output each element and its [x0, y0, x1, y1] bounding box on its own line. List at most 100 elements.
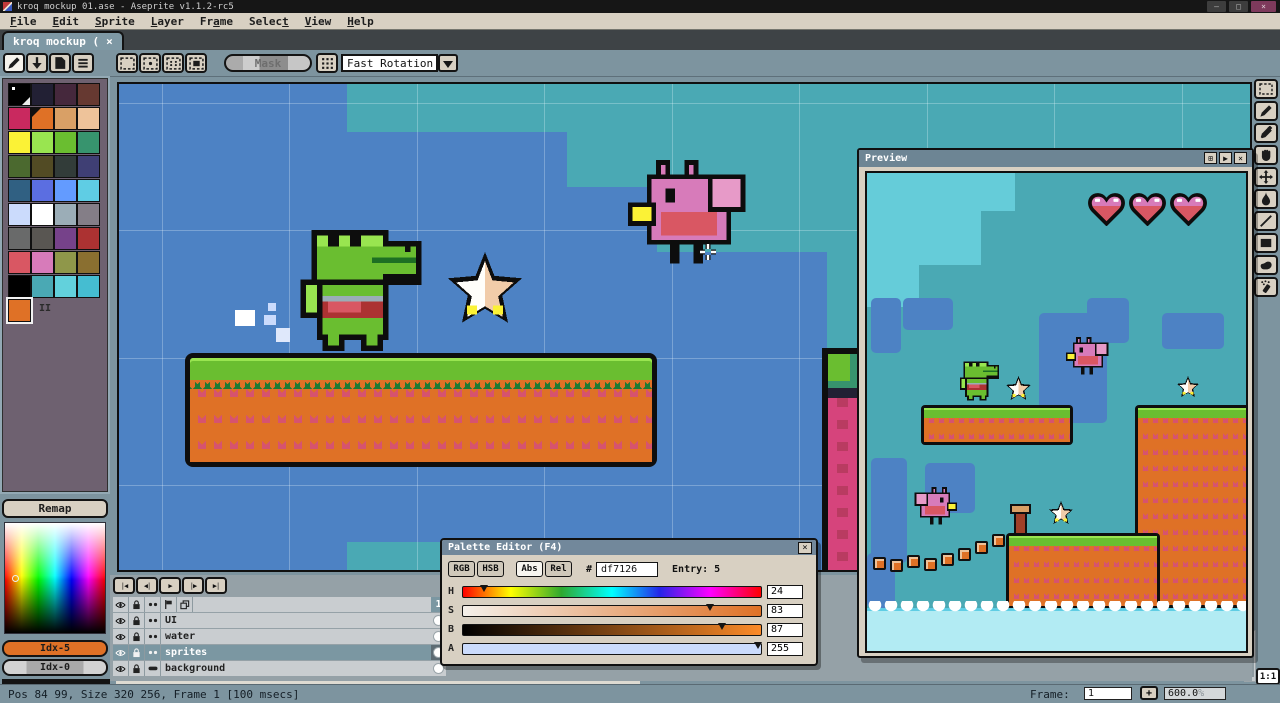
close-icon[interactable]: ×	[1234, 152, 1247, 164]
tool-button-paper[interactable]	[49, 53, 71, 73]
tool-hand-button[interactable]	[1254, 145, 1278, 165]
tab-close-icon[interactable]: ×	[106, 35, 113, 48]
link-icon[interactable]	[145, 661, 161, 676]
palette-swatch-4[interactable]	[8, 107, 31, 130]
layer-row-sprites[interactable]: sprites	[113, 645, 446, 660]
dialog-close-button[interactable]: ×	[798, 542, 812, 554]
grid-settings-button[interactable]	[316, 53, 338, 73]
tool-marquee-button[interactable]	[1254, 79, 1278, 99]
palette-swatch-23[interactable]	[77, 203, 100, 226]
selection-button-marquee[interactable]	[116, 53, 138, 73]
slider-track-s[interactable]	[462, 603, 762, 617]
palette-swatch-26[interactable]	[54, 227, 77, 250]
last-frame-button[interactable]: ▶|	[205, 577, 227, 594]
lock-icon[interactable]	[129, 597, 145, 612]
palette-swatch-0[interactable]	[8, 83, 31, 106]
slider-track-a[interactable]	[462, 641, 763, 655]
zoom-input[interactable]: 600.0%	[1164, 687, 1226, 700]
palette-swatch-27[interactable]	[77, 227, 100, 250]
slider-track-h[interactable]	[462, 584, 762, 598]
lock-icon[interactable]	[129, 613, 145, 628]
tool-pencil-button[interactable]	[1254, 101, 1278, 121]
eye-icon[interactable]	[113, 661, 129, 676]
tool-eyedropper-button[interactable]	[1254, 123, 1278, 143]
layer-row-background[interactable]: background	[113, 661, 446, 676]
palette-swatch-20[interactable]	[8, 203, 31, 226]
spectrum-marker[interactable]	[12, 575, 19, 582]
selection-button-marquee-dot[interactable]	[139, 53, 161, 73]
tool-line-button[interactable]	[1254, 211, 1278, 231]
palette-swatch-15[interactable]	[77, 155, 100, 178]
menu-item-file[interactable]: File	[2, 15, 45, 28]
palette-swatch-3[interactable]	[77, 83, 100, 106]
palette-swatch-14[interactable]	[54, 155, 77, 178]
slider-value-input[interactable]: 83	[767, 603, 803, 618]
copy-icon[interactable]	[177, 597, 193, 612]
selection-button-marquee-grid[interactable]	[162, 53, 184, 73]
eye-icon[interactable]	[113, 597, 129, 612]
slider-marker[interactable]	[754, 641, 763, 653]
palette-swatch-16[interactable]	[8, 179, 31, 202]
play-button[interactable]: ▶	[159, 577, 181, 594]
palette-swatch-31[interactable]	[77, 251, 100, 274]
lock-icon[interactable]	[129, 661, 145, 676]
palette-swatch-33[interactable]	[31, 275, 54, 298]
minimize-button[interactable]: –	[1207, 1, 1226, 12]
palette-swatch-24[interactable]	[8, 227, 31, 250]
slider-value-input[interactable]: 255	[767, 641, 803, 656]
color-spectrum[interactable]	[4, 522, 106, 634]
hex-input[interactable]: df7126	[596, 561, 659, 577]
close-button[interactable]: ×	[1251, 1, 1276, 12]
palette-swatch-13[interactable]	[31, 155, 54, 178]
layer-row-UI[interactable]: UI	[113, 613, 446, 628]
link-icon[interactable]	[145, 597, 161, 612]
palette-swatch-10[interactable]	[54, 131, 77, 154]
flag-icon[interactable]	[161, 597, 177, 612]
palette-swatch-32[interactable]	[8, 275, 31, 298]
link-icon[interactable]	[145, 613, 161, 628]
mode-button-hsb[interactable]: HSB	[477, 561, 504, 577]
palette-swatch-7[interactable]	[77, 107, 100, 130]
palette-swatch-19[interactable]	[77, 179, 100, 202]
preview-canvas[interactable]	[865, 171, 1248, 653]
palette-swatch-22[interactable]	[54, 203, 77, 226]
lock-icon[interactable]	[129, 645, 145, 660]
tool-button-arrow-down[interactable]	[26, 53, 48, 73]
palette-swatch-12[interactable]	[8, 155, 31, 178]
mode-button-rel[interactable]: Rel	[545, 561, 572, 577]
menu-item-view[interactable]: View	[297, 15, 340, 28]
palette-swatch-11[interactable]	[77, 131, 100, 154]
menu-item-select[interactable]: Select	[241, 15, 297, 28]
slider-marker[interactable]	[706, 603, 715, 615]
slider-track-b[interactable]	[462, 622, 762, 636]
frame-input[interactable]: 1	[1084, 687, 1132, 700]
palette-swatch-8[interactable]	[8, 131, 31, 154]
background-color-button[interactable]: Idx-0	[2, 659, 108, 676]
palette-swatch-18[interactable]	[54, 179, 77, 202]
tool-bucket-button[interactable]	[1254, 189, 1278, 209]
palette-swatch-17[interactable]	[31, 179, 54, 202]
mode-button-rgb[interactable]: RGB	[448, 561, 475, 577]
palette-swatch-36[interactable]	[6, 297, 33, 324]
palette-swatch-29[interactable]	[31, 251, 54, 274]
tool-button-menu[interactable]	[72, 53, 94, 73]
palette-swatch-28[interactable]	[8, 251, 31, 274]
rotation-dropdown-button[interactable]	[438, 54, 458, 72]
rotation-algorithm-select[interactable]: Fast Rotation	[341, 54, 438, 72]
selection-button-marquee-filled[interactable]	[185, 53, 207, 73]
palette-swatch-34[interactable]	[54, 275, 77, 298]
lock-icon[interactable]	[129, 629, 145, 644]
palette-swatch-35[interactable]	[77, 275, 100, 298]
palette-swatch-30[interactable]	[54, 251, 77, 274]
palette-swatch-2[interactable]	[54, 83, 77, 106]
palette-swatch-5[interactable]	[31, 107, 54, 130]
tool-contour-button[interactable]	[1254, 255, 1278, 275]
link-icon[interactable]	[145, 629, 161, 644]
remap-button[interactable]: Remap	[2, 499, 108, 518]
actual-size-button[interactable]: 1:1	[1256, 668, 1280, 685]
eye-icon[interactable]	[113, 629, 129, 644]
link-icon[interactable]	[145, 645, 161, 660]
prev-frame-button[interactable]: ◀|	[136, 577, 158, 594]
dialog-title-bar[interactable]: Palette Editor (F4)	[442, 540, 816, 555]
tool-spray-button[interactable]	[1254, 277, 1278, 297]
